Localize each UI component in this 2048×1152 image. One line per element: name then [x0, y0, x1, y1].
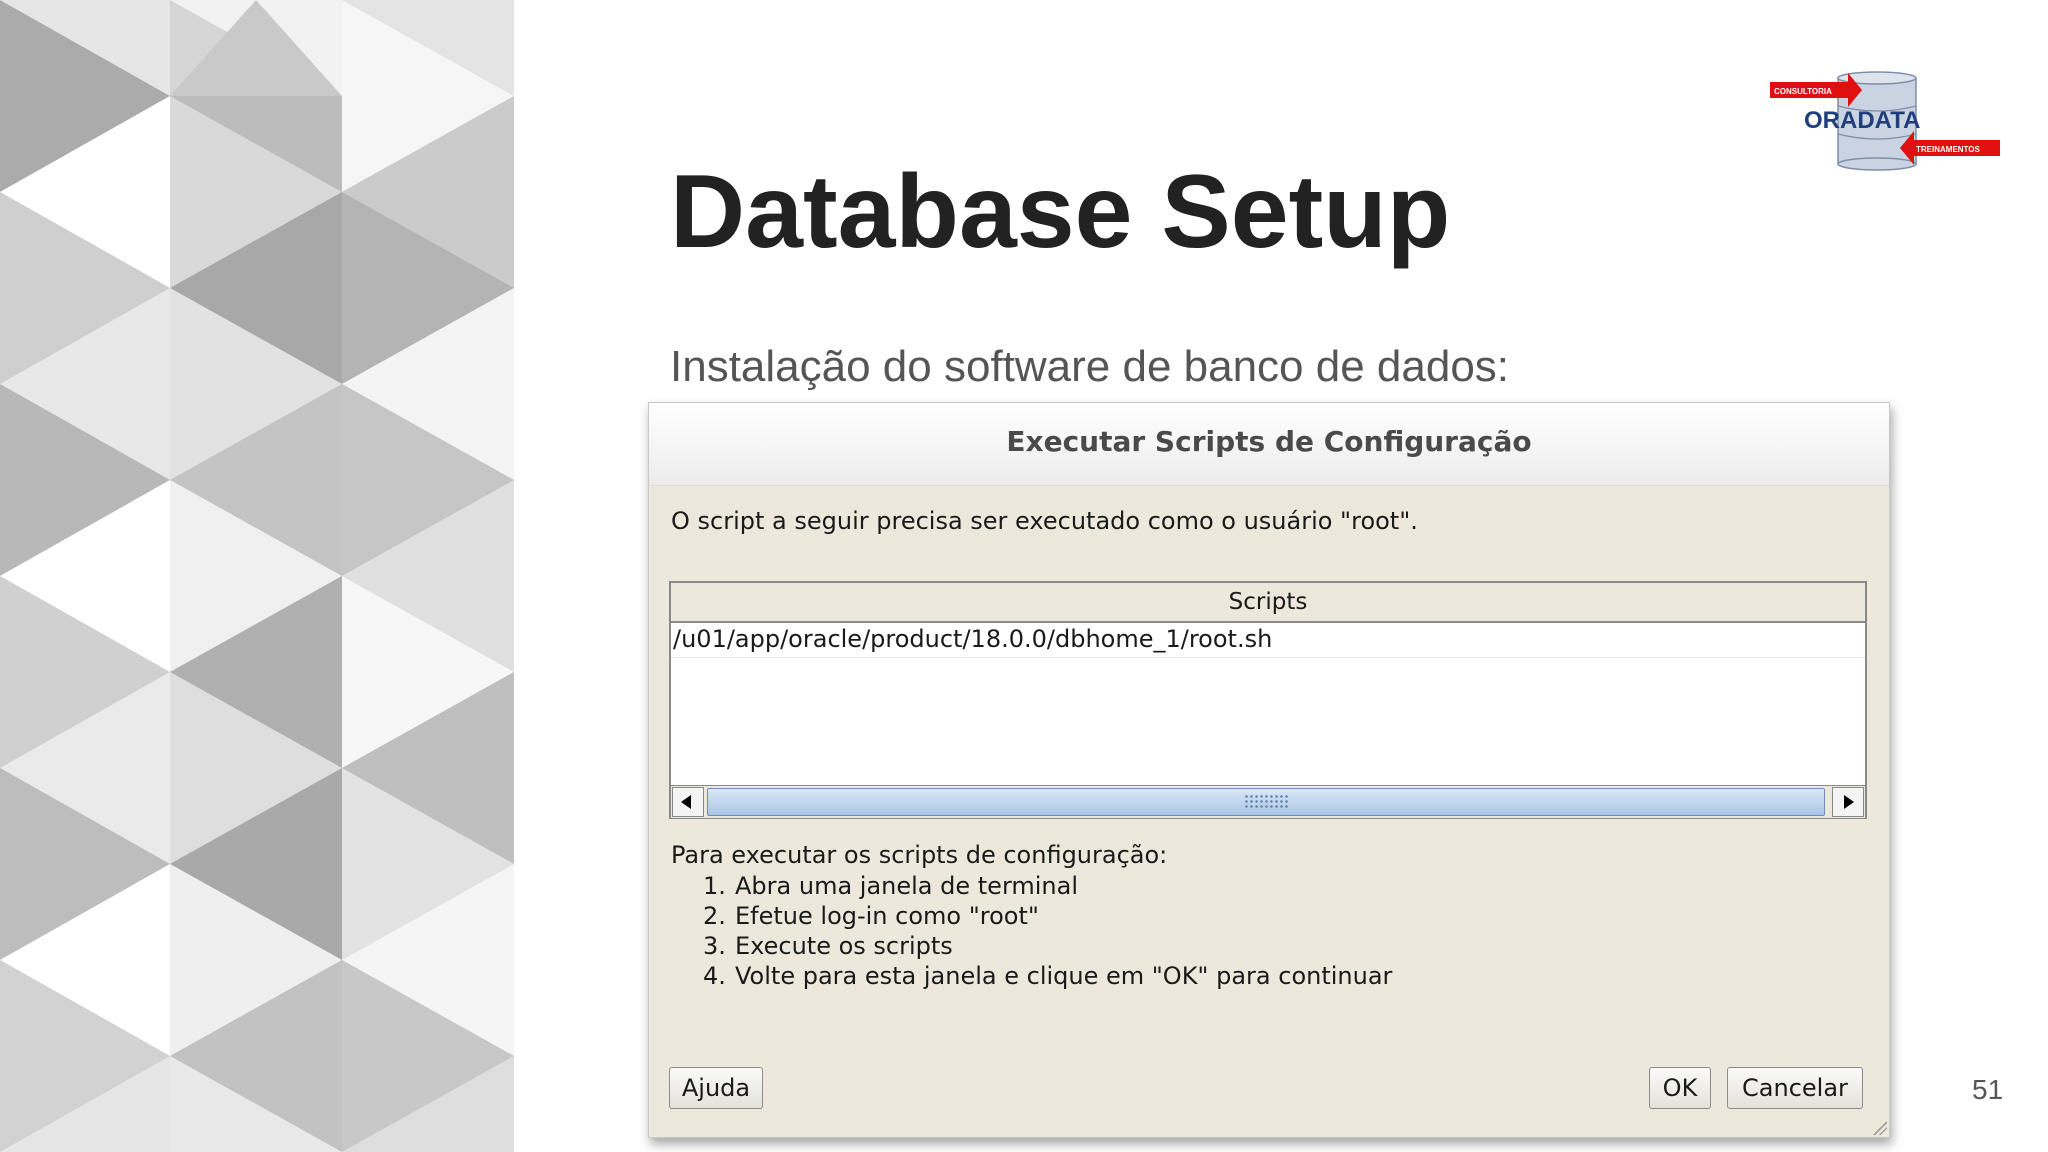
table-row[interactable]: /u01/app/oracle/product/18.0.0/dbhome_1/… [671, 623, 1865, 658]
arrow-right-icon [1844, 795, 1854, 809]
decorative-triangle-pattern [0, 0, 514, 1152]
oradata-logo: CONSULTORIA ORADATA TREINAMENTOS [1770, 70, 2000, 172]
scroll-left-button[interactable] [672, 787, 704, 817]
list-item: 1. Abra uma janela de terminal [703, 871, 1392, 901]
ok-button[interactable]: OK [1649, 1067, 1711, 1109]
page-number: 51 [1972, 1074, 2004, 1105]
instruction-steps: 1. Abra uma janela de terminal 2. Efetue l… [703, 871, 1392, 991]
list-item: 4. Volte para esta janela e clique em "OK… [703, 961, 1392, 991]
resize-grip-icon[interactable] [1873, 1121, 1887, 1135]
step-number: 4. [703, 962, 726, 990]
scripts-table: Scripts /u01/app/oracle/product/18.0.0/d… [669, 581, 1867, 819]
help-button[interactable]: Ajuda [669, 1067, 763, 1109]
run-config-scripts-dialog: Executar Scripts de Configuração O scrip… [648, 402, 1890, 1138]
dialog-intro-text: O script a seguir precisa ser executado … [671, 507, 1418, 535]
script-path-cell: /u01/app/oracle/product/18.0.0/dbhome_1/… [673, 625, 1273, 653]
arrow-left-icon [681, 795, 691, 809]
slide-subtitle: Instalação do software de banco de dados… [670, 342, 1510, 391]
logo-brand-text: ORADATA [1804, 107, 1920, 134]
step-number: 2. [703, 902, 726, 930]
step-text: Volte para esta janela e clique em "OK" … [735, 962, 1393, 990]
logo-tag-top: CONSULTORIA [1774, 87, 1832, 96]
cancel-button[interactable]: Cancelar [1727, 1067, 1863, 1109]
list-item: 2. Efetue log-in como "root" [703, 901, 1392, 931]
slide-title: Database Setup [670, 154, 1451, 270]
table-header-scripts[interactable]: Scripts [671, 583, 1865, 623]
logo-tag-bottom: TREINAMENTOS [1916, 145, 1981, 154]
step-number: 3. [703, 932, 726, 960]
horizontal-scrollbar[interactable] [671, 785, 1865, 818]
dialog-titlebar[interactable]: Executar Scripts de Configuração [649, 403, 1889, 486]
grip-icon [1244, 794, 1288, 810]
scroll-thumb[interactable] [707, 788, 1825, 816]
dialog-title: Executar Scripts de Configuração [1006, 425, 1532, 458]
step-text: Execute os scripts [735, 932, 953, 960]
list-item: 3. Execute os scripts [703, 931, 1392, 961]
step-text: Abra uma janela de terminal [735, 872, 1079, 900]
step-text: Efetue log-in como "root" [735, 902, 1039, 930]
scroll-right-button[interactable] [1832, 787, 1864, 817]
instructions-heading: Para executar os scripts de configuração… [671, 841, 1168, 869]
step-number: 1. [703, 872, 726, 900]
